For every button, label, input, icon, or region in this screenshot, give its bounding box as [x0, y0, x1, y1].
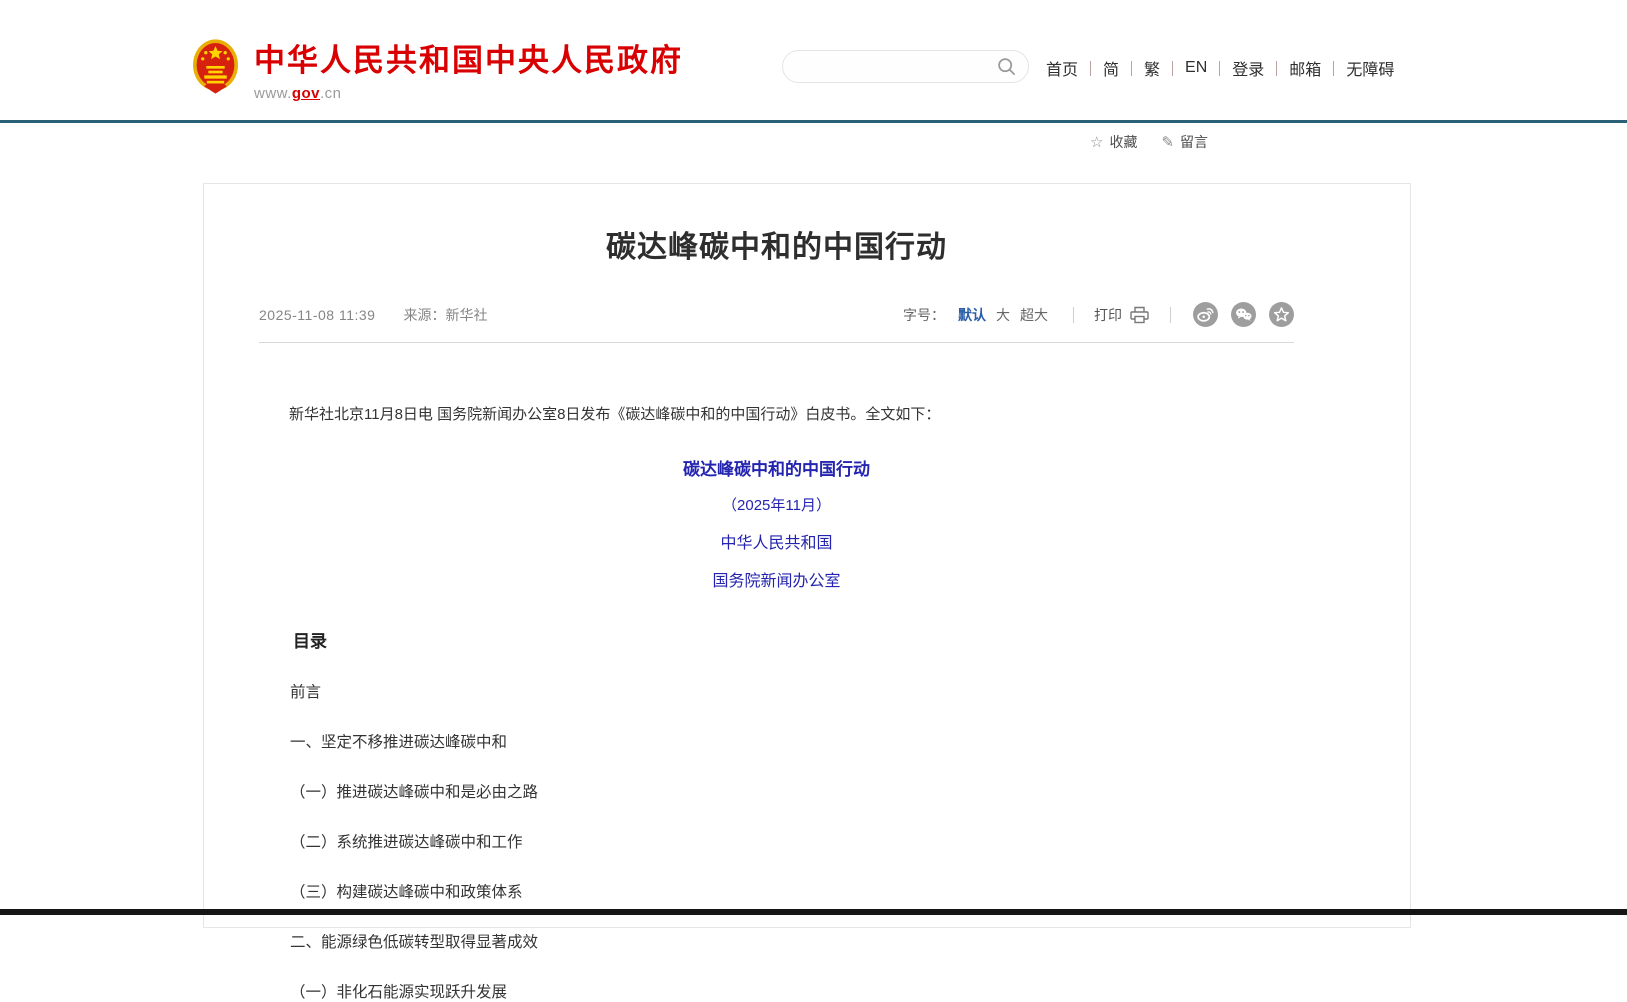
- message-button[interactable]: ✎ 留言: [1161, 132, 1208, 152]
- article-content: 碳达峰碳中和的中国行动 2025-11-08 11:39 来源： 新华社 字号：…: [259, 222, 1294, 1002]
- site-title: 中华人民共和国中央人民政府: [254, 44, 683, 78]
- header-divider-rule: [0, 120, 1627, 123]
- search-icon[interactable]: [997, 57, 1016, 76]
- document-issuer-line1: 中华人民共和国: [259, 529, 1294, 553]
- document-title: 碳达峰碳中和的中国行动: [259, 455, 1294, 480]
- document-date-line: （2025年11月）: [259, 494, 1294, 515]
- meta-right: 字号： 默认 大 超大 打印: [903, 302, 1294, 327]
- nav-traditional[interactable]: 繁: [1132, 56, 1172, 80]
- message-label: 留言: [1180, 132, 1208, 152]
- toc-item-2: 二、能源绿色低碳转型取得显著成效: [259, 930, 1294, 952]
- toc-item-preface: 前言: [259, 680, 1294, 702]
- document-issuer-line2: 国务院新闻办公室: [259, 567, 1294, 591]
- nav-login[interactable]: 登录: [1220, 56, 1276, 80]
- site-url: www.gov.cn: [254, 85, 683, 102]
- national-emblem-icon: [192, 38, 239, 96]
- pencil-icon: ✎: [1161, 133, 1174, 151]
- nav-home[interactable]: 首页: [1040, 56, 1090, 80]
- page-title: 碳达峰碳中和的中国行动: [259, 222, 1294, 266]
- toc-item-1-2: （二）系统推进碳达峰碳中和工作: [259, 830, 1294, 852]
- site-logo[interactable]: 中华人民共和国中央人民政府 www.gov.cn: [192, 38, 683, 102]
- nav-english[interactable]: EN: [1173, 59, 1219, 77]
- star-icon: ☆: [1090, 133, 1103, 151]
- page-action-bar: ☆ 收藏 ✎ 留言: [1090, 132, 1208, 152]
- share-wechat-icon[interactable]: [1231, 302, 1256, 327]
- article-meta-bar: 2025-11-08 11:39 来源： 新华社 字号： 默认 大 超大 打印: [259, 302, 1294, 343]
- toc-heading: 目录: [259, 627, 1294, 652]
- toc-item-1-3: （三）构建碳达峰碳中和政策体系: [259, 880, 1294, 902]
- top-nav: 首页 简 繁 EN 登录 邮箱 无障碍: [1040, 56, 1406, 80]
- search-box[interactable]: [782, 50, 1029, 83]
- site-url-suffix: .cn: [320, 85, 342, 102]
- publish-date: 2025-11-08 11:39: [259, 307, 375, 323]
- nav-simplified[interactable]: 简: [1091, 56, 1131, 80]
- site-url-gov: gov: [292, 85, 320, 102]
- print-label: 打印: [1094, 305, 1122, 325]
- font-size-xlarge-button[interactable]: 超大: [1020, 305, 1048, 325]
- toc-item-1: 一、坚定不移推进碳达峰碳中和: [259, 730, 1294, 752]
- share-bar: [1193, 302, 1294, 327]
- nav-accessibility[interactable]: 无障碍: [1334, 56, 1406, 80]
- meta-separator: [1170, 307, 1171, 323]
- font-size-label: 字号：: [903, 305, 945, 325]
- toc-item-2-1: （一）非化石能源实现跃升发展: [259, 980, 1294, 1002]
- site-identity: 中华人民共和国中央人民政府 www.gov.cn: [254, 38, 683, 102]
- print-button[interactable]: 打印: [1094, 305, 1150, 325]
- search-input[interactable]: [799, 59, 997, 75]
- nav-mail[interactable]: 邮箱: [1277, 56, 1333, 80]
- site-url-prefix: www.: [254, 85, 292, 102]
- share-weibo-icon[interactable]: [1193, 302, 1218, 327]
- site-header: 中华人民共和国中央人民政府 www.gov.cn 首页 简 繁 EN 登录 邮箱…: [0, 0, 1627, 120]
- favorite-label: 收藏: [1109, 132, 1137, 152]
- font-size-large-button[interactable]: 大: [996, 305, 1010, 325]
- share-qzone-star-icon[interactable]: [1269, 302, 1294, 327]
- favorite-button[interactable]: ☆ 收藏: [1090, 132, 1137, 152]
- toc-item-1-1: （一）推进碳达峰碳中和是必由之路: [259, 780, 1294, 802]
- meta-left: 2025-11-08 11:39 来源： 新华社: [259, 305, 487, 325]
- screen-bottom-edge: [0, 909, 1627, 915]
- source-label: 来源：: [403, 305, 445, 325]
- source-value[interactable]: 新华社: [445, 305, 487, 325]
- meta-separator: [1073, 307, 1074, 323]
- lead-paragraph: 新华社北京11月8日电 国务院新闻办公室8日发布《碳达峰碳中和的中国行动》白皮书…: [259, 403, 1294, 426]
- article-card: 碳达峰碳中和的中国行动 2025-11-08 11:39 来源： 新华社 字号：…: [203, 183, 1411, 928]
- font-size-default-button[interactable]: 默认: [958, 305, 986, 325]
- printer-icon: [1129, 306, 1150, 324]
